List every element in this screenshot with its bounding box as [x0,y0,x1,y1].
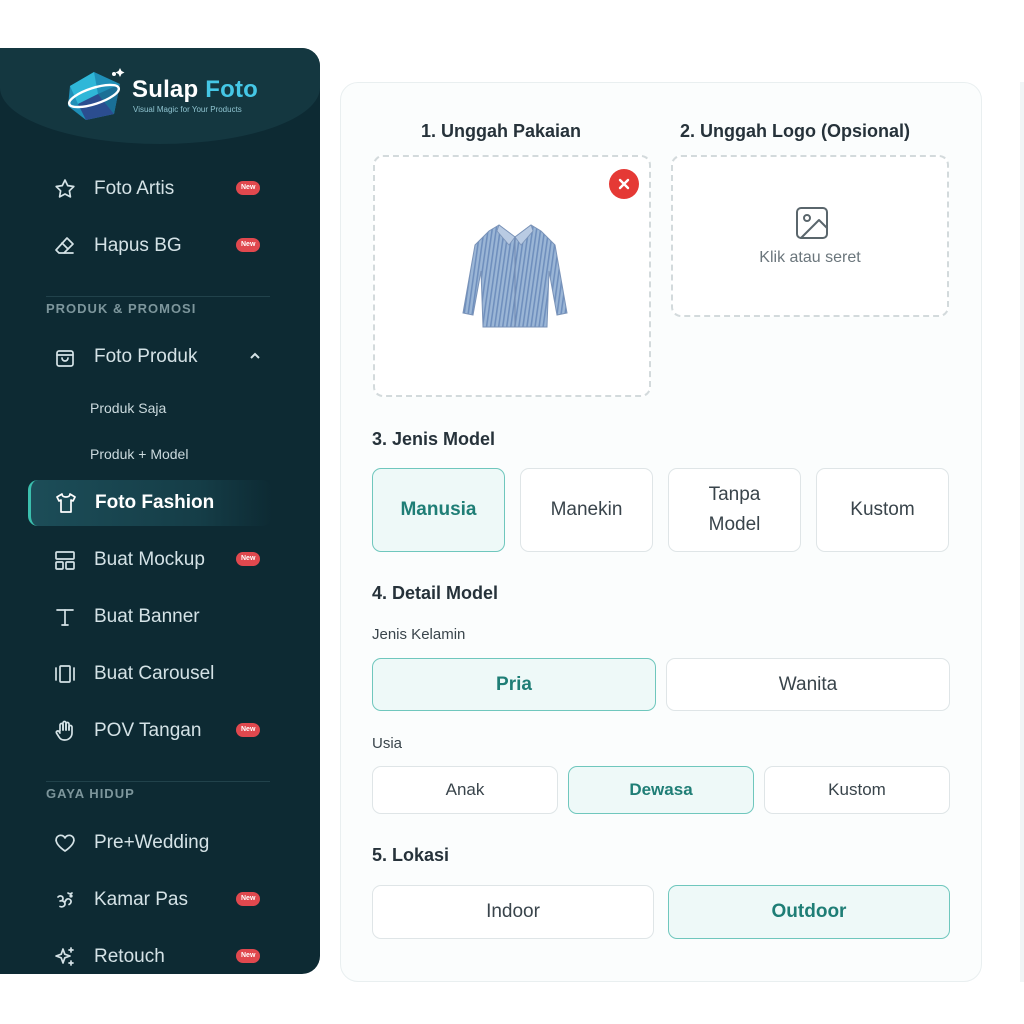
sidebar-item-label: Buat Mockup [94,549,205,570]
sidebar-item-buat-banner[interactable]: Buat Banner [28,594,272,640]
sidebar-item-label: Buat Banner [94,606,200,627]
text-icon [52,604,78,630]
right-panel-edge [1020,82,1024,982]
sidebar-item-pre-wedding[interactable]: Pre+Wedding [28,820,272,866]
new-badge: New [236,949,261,963]
star-icon [52,176,78,202]
location-label: 5. Lokasi [372,845,450,865]
logo-icon [67,68,125,120]
sidebar-item-label: Pre+Wedding [94,832,210,853]
eraser-icon [52,233,78,259]
section-title-produk: PRODUK & PROMOSI [46,301,197,316]
age-label: Usia [372,735,403,752]
new-badge: New [236,723,261,737]
new-badge: New [236,238,261,252]
heart-icon [52,830,78,856]
sidebar-item-foto-fashion[interactable]: Foto Fashion [28,480,272,526]
carousel-icon [52,661,78,687]
gender-wanita[interactable]: Wanita [666,658,950,711]
fashion-form-panel: 1. Unggah Pakaian 2. Unggah Logo (Opsion… [340,82,982,982]
location-outdoor[interactable]: Outdoor [668,885,950,939]
upload-hint-text: Klik atau seret [759,249,861,266]
image-icon [792,203,832,243]
model-type-tanpa-model[interactable]: Tanpa Model [668,468,801,552]
remove-image-button[interactable] [609,169,639,199]
sidebar-divider [46,781,270,782]
new-badge: New [236,552,261,566]
sidebar-item-label: Hapus BG [94,235,182,256]
model-type-kustom[interactable]: Kustom [816,468,949,552]
upload-logo-label: 2. Unggah Logo (Opsional) [680,121,910,141]
sidebar-item-label: Retouch [94,946,165,967]
shirt-icon [53,490,79,516]
sidebar-item-pov-tangan[interactable]: POV Tangan New [28,708,272,754]
hand-icon [52,718,78,744]
sidebar-item-retouch[interactable]: Retouch New [28,934,272,974]
location-indoor[interactable]: Indoor [372,885,654,939]
sidebar-item-label: Foto Artis [94,178,175,199]
close-icon [618,178,630,190]
model-type-label: 3. Jenis Model [372,429,496,449]
sidebar-item-kamar-pas[interactable]: Kamar Pas New [28,877,272,923]
gender-label: Jenis Kelamin [372,626,466,643]
sidebar-item-label: POV Tangan [94,720,202,741]
brand-tagline: Visual Magic for Your Products [133,105,242,114]
upload-clothes-label: 1. Unggah Pakaian [421,121,582,141]
gender-pria[interactable]: Pria [372,658,656,711]
sparkle-icon [52,944,78,970]
sidebar-item-foto-produk[interactable]: Foto Produk [28,334,272,380]
bag-icon [52,344,78,370]
sidebar-divider [46,296,270,297]
new-badge: New [236,181,261,195]
clothes-dropzone[interactable] [373,155,651,397]
sidebar-item-buat-mockup[interactable]: Buat Mockup New [28,537,272,583]
sidebar-item-buat-carousel[interactable]: Buat Carousel [28,651,272,697]
sidebar-item-label: Buat Carousel [94,663,215,684]
sidebar-item-foto-artis[interactable]: Foto Artis New [28,166,272,212]
sidebar-item-label: Foto Produk [94,346,198,367]
model-detail-label: 4. Detail Model [372,583,499,603]
sidebar-item-label: Kamar Pas [94,889,188,910]
sidebar: Sulap Foto Visual Magic for Your Product… [0,48,320,974]
sidebar-subitem-produk-saja[interactable]: Produk Saja [90,400,166,416]
layout-icon [52,547,78,573]
section-title-gaya-hidup: GAYA HIDUP [46,786,135,801]
uploaded-shirt-image [462,224,568,328]
sidebar-subitem-produk-model[interactable]: Produk + Model [90,446,188,462]
model-type-manusia[interactable]: Manusia [372,468,505,552]
logo-dropzone[interactable]: Klik atau seret [671,155,949,317]
new-badge: New [236,892,261,906]
age-kustom[interactable]: Kustom [764,766,950,814]
sidebar-item-hapus-bg[interactable]: Hapus BG New [28,223,272,269]
chevron-up-icon[interactable] [248,349,262,363]
model-type-manekin[interactable]: Manekin [520,468,653,552]
age-anak[interactable]: Anak [372,766,558,814]
sidebar-item-label: Foto Fashion [95,492,215,513]
age-dewasa[interactable]: Dewasa [568,766,754,814]
om-icon [52,887,78,913]
brand-name: Sulap Foto [132,76,258,103]
logo-area[interactable]: Sulap Foto Visual Magic for Your Product… [0,48,320,144]
